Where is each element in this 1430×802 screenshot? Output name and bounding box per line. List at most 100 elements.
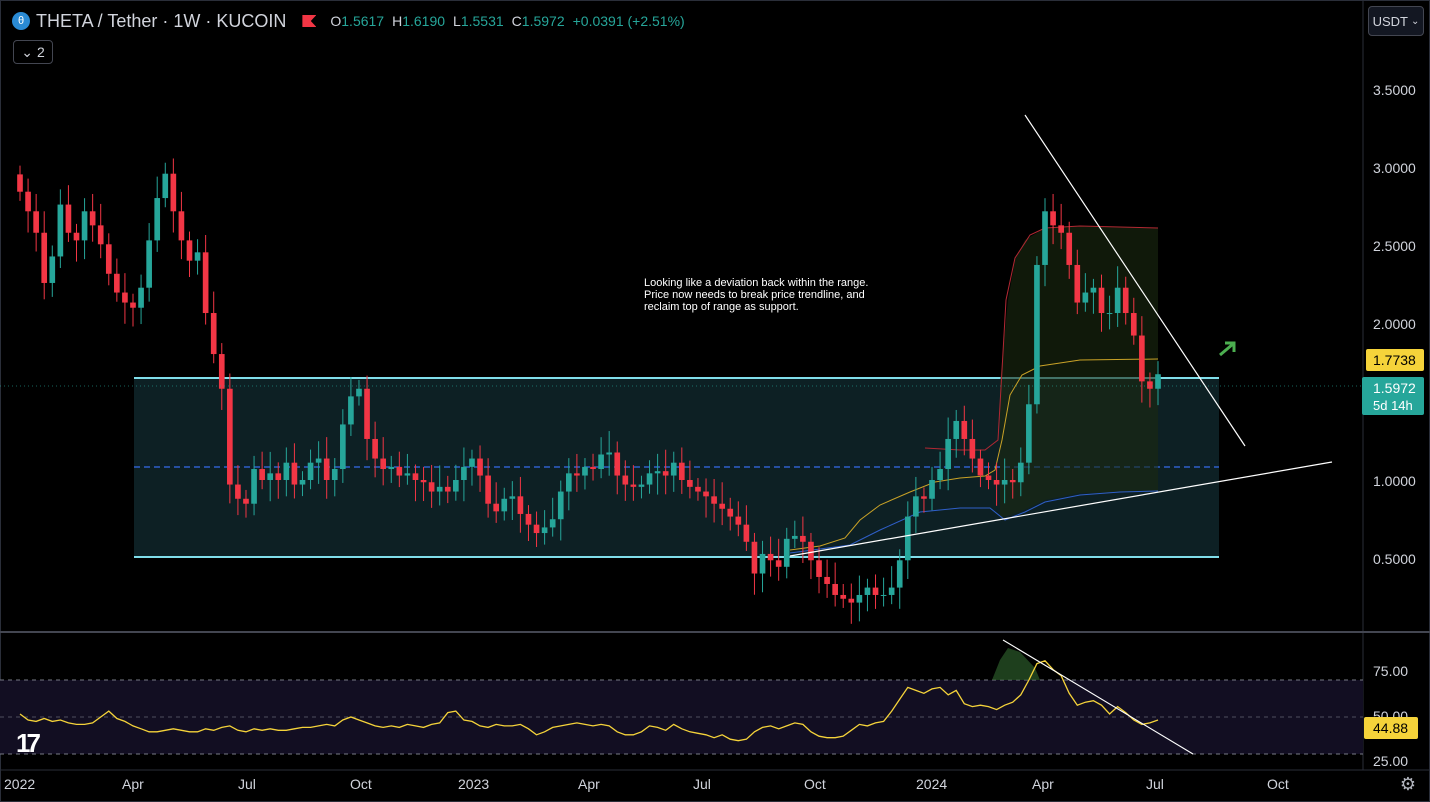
candle-up[interactable] [913, 496, 919, 517]
candle-down[interactable] [630, 484, 637, 487]
candle-down[interactable] [428, 482, 435, 492]
candle-up[interactable] [783, 538, 790, 567]
candle-down[interactable] [533, 524, 540, 534]
candle-up[interactable] [1017, 462, 1024, 483]
candle-up[interactable] [251, 469, 257, 504]
candle-up[interactable] [582, 466, 588, 476]
candle-down[interactable] [961, 420, 968, 439]
collapse-indicators-button[interactable]: ⌄ 2 [13, 40, 53, 64]
candle-up[interactable] [791, 535, 798, 539]
candle-down[interactable] [25, 191, 31, 212]
candle-up[interactable] [162, 173, 169, 199]
candle-down[interactable] [1098, 287, 1105, 314]
candle-down[interactable] [186, 240, 193, 261]
candle-up[interactable] [267, 473, 274, 480]
candle-up[interactable] [904, 516, 911, 561]
tradingview-logo-icon[interactable]: 17 [16, 728, 41, 759]
candle-down[interactable] [477, 458, 483, 476]
candle-down[interactable] [711, 496, 717, 504]
candle-down[interactable] [243, 498, 249, 504]
candle-down[interactable] [921, 496, 927, 499]
symbol-header[interactable]: θ THETA / Tether · 1W · KUCOIN O1.5617 H… [12, 8, 685, 34]
candle-down[interactable] [816, 560, 822, 577]
candle-up[interactable] [1034, 264, 1040, 405]
candle-up[interactable] [509, 496, 516, 499]
candle-up[interactable] [57, 204, 64, 257]
price-axis[interactable]: 3.5000 3.0000 2.5000 2.0000 1.0000 0.500… [1373, 82, 1416, 567]
candle-up[interactable] [388, 466, 395, 470]
candle-down[interactable] [993, 480, 1000, 485]
candle-down[interactable] [800, 535, 806, 542]
candle-up[interactable] [1082, 292, 1089, 303]
candle-down[interactable] [1009, 480, 1016, 483]
candle-down[interactable] [1050, 211, 1056, 226]
candle-up[interactable] [670, 462, 677, 476]
candle-down[interactable] [767, 553, 774, 561]
candle-up[interactable] [1114, 287, 1121, 314]
chart-annotation[interactable]: Looking like a deviation back within the… [644, 277, 874, 313]
candle-down[interactable] [743, 524, 750, 542]
candle-down[interactable] [275, 473, 282, 480]
candle-down[interactable] [420, 480, 427, 483]
candle-up[interactable] [888, 587, 895, 595]
candle-down[interactable] [259, 469, 265, 480]
candle-up[interactable] [356, 388, 362, 397]
candle-up[interactable] [1106, 313, 1113, 315]
candle-up[interactable] [154, 198, 161, 241]
candle-down[interactable] [33, 211, 39, 233]
candle-down[interactable] [73, 232, 80, 241]
candle-up[interactable] [929, 480, 935, 499]
candle-up[interactable] [404, 473, 411, 476]
candle-down[interactable] [969, 438, 976, 459]
candle-up[interactable] [864, 587, 871, 595]
candle-down[interactable] [1147, 381, 1153, 389]
candle-up[interactable] [331, 469, 338, 480]
candle-down[interactable] [751, 541, 758, 574]
candle-down[interactable] [227, 388, 233, 485]
candle-up[interactable] [146, 240, 152, 288]
candle-down[interactable] [218, 354, 225, 389]
candle-down[interactable] [977, 458, 984, 476]
candle-down[interactable] [291, 462, 298, 485]
price-chart[interactable]: 3.5000 3.0000 2.5000 2.0000 1.0000 0.500… [0, 0, 1430, 802]
candle-up[interactable] [953, 420, 960, 439]
candle-down[interactable] [97, 225, 104, 245]
candle-down[interactable] [727, 508, 734, 517]
candle-down[interactable] [719, 503, 725, 509]
candle-down[interactable] [872, 587, 879, 595]
candle-down[interactable] [65, 204, 72, 233]
candle-down[interactable] [114, 273, 120, 293]
candle-down[interactable] [695, 486, 701, 492]
candle-down[interactable] [703, 491, 709, 497]
currency-button[interactable]: USDT ⌄ [1368, 6, 1424, 36]
candle-down[interactable] [622, 475, 629, 485]
candle-down[interactable] [735, 516, 742, 525]
candle-up[interactable] [1042, 211, 1048, 265]
candle-up[interactable] [1155, 374, 1161, 389]
candle-down[interactable] [1074, 264, 1081, 303]
candle-up[interactable] [315, 458, 322, 463]
candle-down[interactable] [17, 174, 23, 192]
candle-down[interactable] [985, 475, 992, 480]
candle-up[interactable] [945, 438, 951, 470]
candle-up[interactable] [1001, 480, 1008, 485]
candle-up[interactable] [1090, 287, 1097, 293]
candle-up[interactable] [340, 424, 346, 470]
candle-down[interactable] [202, 252, 209, 314]
candle-down[interactable] [848, 598, 855, 603]
candle-up[interactable] [646, 473, 653, 485]
candle-down[interactable] [178, 211, 185, 241]
flag-icon[interactable] [302, 15, 317, 27]
candle-down[interactable] [444, 486, 451, 492]
candle-up[interactable] [453, 480, 459, 492]
candle-up[interactable] [759, 553, 766, 574]
settings-gear-icon[interactable]: ⚙ [1400, 774, 1416, 795]
candle-up[interactable] [138, 287, 144, 308]
candle-up[interactable] [896, 560, 903, 588]
candle-up[interactable] [1026, 404, 1032, 463]
candle-up[interactable] [299, 480, 306, 485]
candle-down[interactable] [525, 513, 532, 525]
candle-up[interactable] [598, 454, 604, 470]
candle-down[interactable] [517, 496, 524, 514]
upward-arrow-icon[interactable] [1219, 341, 1236, 357]
